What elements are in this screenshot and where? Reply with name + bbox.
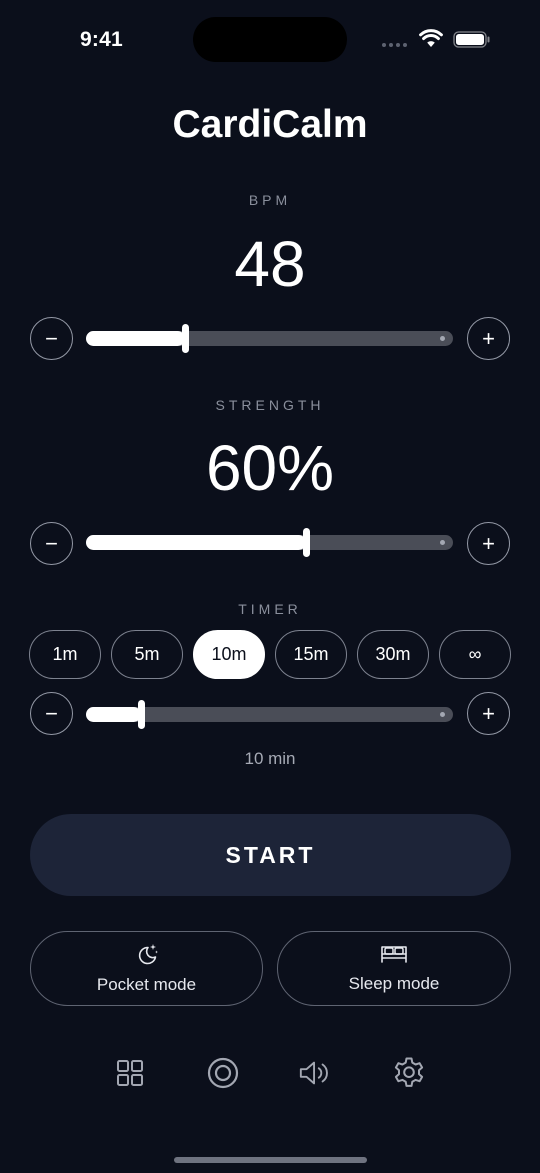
timer-options: 1m 5m 10m 15m 30m ∞	[29, 630, 511, 679]
strength-slider-thumb[interactable]	[303, 528, 311, 557]
strength-label: STRENGTH	[215, 397, 325, 413]
strength-decrease-button[interactable]: −	[30, 522, 73, 565]
bed-icon	[380, 944, 408, 969]
strength-slider[interactable]	[86, 528, 453, 557]
battery-icon	[453, 31, 491, 53]
timer-option-15m[interactable]: 15m	[275, 630, 347, 679]
timer-label: TIMER	[238, 601, 302, 617]
timer-decrease-button[interactable]: −	[30, 692, 73, 735]
strength-slider-fill	[86, 535, 307, 550]
timer-slider[interactable]	[86, 700, 453, 729]
timer-caption: 10 min	[244, 749, 296, 768]
timer-slider-thumb[interactable]	[138, 700, 146, 729]
sleep-mode-button[interactable]: Sleep mode	[277, 931, 511, 1006]
start-button[interactable]: START	[30, 814, 511, 896]
timer-option-5m[interactable]: 5m	[111, 630, 183, 679]
bpm-slider-thumb[interactable]	[182, 324, 190, 353]
speaker-icon[interactable]	[298, 1056, 332, 1090]
grid-icon[interactable]	[113, 1056, 147, 1090]
home-indicator	[174, 1157, 367, 1163]
bpm-slider-fill	[86, 331, 186, 346]
bpm-slider-end-dot	[440, 336, 445, 341]
target-icon[interactable]	[206, 1056, 240, 1090]
strength-slider-end-dot	[440, 540, 445, 545]
dynamic-island	[193, 17, 347, 62]
pocket-mode-button[interactable]: Pocket mode	[30, 931, 263, 1006]
status-time: 9:41	[80, 28, 123, 51]
timer-option-30m[interactable]: 30m	[357, 630, 429, 679]
timer-option-infinite[interactable]: ∞	[439, 630, 511, 679]
strength-increase-button[interactable]: +	[467, 522, 510, 565]
timer-slider-end-dot	[440, 712, 445, 717]
bpm-slider[interactable]	[86, 324, 453, 353]
gear-icon[interactable]	[392, 1056, 426, 1090]
pocket-mode-label: Pocket mode	[96, 974, 197, 994]
bpm-value: 48	[234, 228, 306, 300]
bpm-decrease-button[interactable]: −	[30, 317, 73, 360]
bpm-label: BPM	[248, 192, 292, 208]
wifi-icon	[419, 29, 443, 53]
timer-slider-fill	[86, 707, 142, 722]
bpm-increase-button[interactable]: +	[467, 317, 510, 360]
app-title: CardiCalm	[172, 103, 368, 146]
strength-value: 60%	[205, 432, 335, 504]
timer-increase-button[interactable]: +	[467, 692, 510, 735]
moon-stars-icon	[135, 943, 159, 970]
sleep-mode-label: Sleep mode	[348, 973, 440, 993]
timer-option-1m[interactable]: 1m	[29, 630, 101, 679]
cellular-signal-icon	[382, 43, 407, 47]
timer-option-10m[interactable]: 10m	[193, 630, 265, 679]
